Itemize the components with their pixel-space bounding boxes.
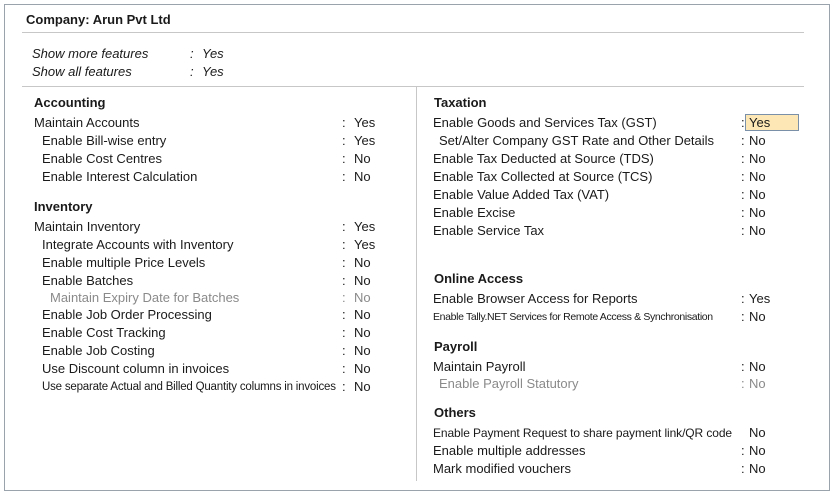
gst-rate-details-row[interactable]: Set/Alter Company GST Rate and Other Det… (433, 132, 803, 150)
inventory-title: Inventory (34, 199, 93, 214)
batches-row[interactable]: Enable Batches : No (34, 272, 384, 290)
cost-centres-row[interactable]: Enable Cost Centres : No (34, 150, 384, 168)
setting-label: Maintain Payroll (433, 359, 526, 374)
gst-row[interactable]: Enable Goods and Services Tax (GST) : Ye… (433, 114, 803, 132)
divider (22, 32, 804, 33)
setting-label: Enable multiple Price Levels (42, 255, 206, 270)
payment-request-value[interactable]: No (749, 424, 766, 442)
job-costing-row[interactable]: Enable Job Costing : No (34, 342, 384, 360)
vat-value[interactable]: No (749, 186, 766, 204)
setting-label: Set/Alter Company GST Rate and Other Det… (439, 133, 715, 148)
setting-label: Enable Tax Collected at Source (TCS) (433, 169, 653, 184)
tcs-row[interactable]: Enable Tax Collected at Source (TCS) : N… (433, 168, 803, 186)
excise-row[interactable]: Enable Excise : No (433, 204, 803, 222)
batches-value[interactable]: No (354, 272, 371, 290)
excise-value[interactable]: No (749, 204, 766, 222)
discount-column-row[interactable]: Use Discount column in invoices : No (34, 360, 384, 378)
taxation-title: Taxation (434, 95, 487, 110)
company-title: Company: Arun Pvt Ltd (26, 12, 171, 27)
multiple-addresses-row[interactable]: Enable multiple addresses : No (433, 442, 803, 460)
integrate-accounts-row[interactable]: Integrate Accounts with Inventory : Yes (34, 236, 384, 254)
setting-label: Enable Job Order Processing (42, 307, 212, 322)
setting-label: Maintain Accounts (34, 115, 140, 130)
others-title: Others (434, 405, 476, 420)
setting-label: Maintain Inventory (34, 219, 141, 234)
vat-row[interactable]: Enable Value Added Tax (VAT) : No (433, 186, 803, 204)
maintain-accounts-value[interactable]: Yes (354, 114, 375, 132)
show-more-features-value[interactable]: Yes (202, 46, 224, 61)
tds-row[interactable]: Enable Tax Deducted at Source (TDS) : No (433, 150, 803, 168)
maintain-accounts-row[interactable]: Maintain Accounts : Yes (34, 114, 384, 132)
job-order-value[interactable]: No (354, 306, 371, 324)
setting-label: Use Discount column in invoices (42, 361, 230, 376)
setting-label: Enable Goods and Services Tax (GST) (433, 115, 657, 130)
setting-label: Enable Browser Access for Reports (433, 291, 638, 306)
discount-column-value[interactable]: No (354, 360, 371, 378)
setting-label: Mark modified vouchers (433, 461, 571, 476)
feature-label: Show all features (32, 64, 132, 79)
interest-calc-row[interactable]: Enable Interest Calculation : No (34, 168, 384, 186)
payroll-statutory-row: Enable Payroll Statutory : No (439, 376, 766, 391)
divider (22, 86, 804, 87)
job-order-row[interactable]: Enable Job Order Processing : No (34, 306, 384, 324)
setting-label: Enable Service Tax (433, 223, 545, 238)
maintain-payroll-value[interactable]: No (749, 358, 766, 376)
maintain-payroll-row[interactable]: Maintain Payroll : No (433, 358, 803, 376)
setting-label: Enable Cost Tracking (42, 325, 166, 340)
column-divider (416, 87, 417, 481)
tcs-value[interactable]: No (749, 168, 766, 186)
job-costing-value[interactable]: No (354, 342, 371, 360)
accounting-title: Accounting (34, 95, 106, 110)
bill-wise-row[interactable]: Enable Bill-wise entry : Yes (34, 132, 384, 150)
setting-label: Enable multiple addresses (433, 443, 586, 458)
integrate-accounts-value[interactable]: Yes (354, 236, 375, 254)
modified-vouchers-value[interactable]: No (749, 460, 766, 478)
browser-access-row[interactable]: Enable Browser Access for Reports : Yes (433, 290, 803, 308)
feature-label: Show more features (32, 46, 149, 61)
online-access-title: Online Access (434, 271, 524, 286)
price-levels-row[interactable]: Enable multiple Price Levels : No (34, 254, 384, 272)
cost-tracking-row[interactable]: Enable Cost Tracking : No (34, 324, 384, 342)
setting-label: Enable Value Added Tax (VAT) (433, 187, 610, 202)
tally-net-row[interactable]: Enable Tally.NET Services for Remote Acc… (433, 308, 803, 326)
browser-access-value[interactable]: Yes (749, 290, 770, 308)
service-tax-row[interactable]: Enable Service Tax : No (433, 222, 803, 240)
setting-label: Enable Cost Centres (42, 151, 162, 166)
tally-net-value[interactable]: No (749, 308, 766, 326)
bill-wise-value[interactable]: Yes (354, 132, 375, 150)
service-tax-value[interactable]: No (749, 222, 766, 240)
setting-label: Enable Payment Request to share payment … (433, 426, 732, 440)
interest-calc-value[interactable]: No (354, 168, 371, 186)
expiry-date-value: No (354, 290, 371, 305)
cost-centres-value[interactable]: No (354, 150, 371, 168)
setting-label: Maintain Expiry Date for Batches (50, 290, 240, 305)
gst-value-field[interactable]: Yes (745, 114, 799, 131)
actual-billed-qty-row[interactable]: Use separate Actual and Billed Quantity … (34, 378, 384, 396)
setting-label: Enable Interest Calculation (42, 169, 198, 184)
setting-label: Enable Batches (42, 273, 134, 288)
gst-rate-details-value[interactable]: No (749, 132, 766, 150)
setting-label: Enable Payroll Statutory (439, 376, 579, 391)
maintain-inventory-value[interactable]: Yes (354, 218, 375, 236)
payment-request-row[interactable]: Enable Payment Request to share payment … (433, 424, 803, 442)
setting-label: Integrate Accounts with Inventory (42, 237, 234, 252)
payroll-statutory-value: No (749, 376, 766, 391)
actual-billed-qty-value[interactable]: No (354, 378, 371, 396)
setting-label: Enable Bill-wise entry (42, 133, 167, 148)
setting-label: Enable Tax Deducted at Source (TDS) (433, 151, 654, 166)
setting-label: Use separate Actual and Billed Quantity … (42, 381, 336, 393)
multiple-addresses-value[interactable]: No (749, 442, 766, 460)
maintain-inventory-row[interactable]: Maintain Inventory : Yes (34, 218, 384, 236)
expiry-date-row: Maintain Expiry Date for Batches : No (50, 290, 371, 305)
tds-value[interactable]: No (749, 150, 766, 168)
setting-label: Enable Job Costing (42, 343, 155, 358)
modified-vouchers-row[interactable]: Mark modified vouchers : No (433, 460, 803, 478)
setting-label: Enable Tally.NET Services for Remote Acc… (433, 311, 713, 323)
setting-label: Enable Excise (433, 205, 516, 220)
payroll-title: Payroll (434, 339, 478, 354)
price-levels-value[interactable]: No (354, 254, 371, 272)
cost-tracking-value[interactable]: No (354, 324, 371, 342)
show-all-features-value[interactable]: Yes (202, 64, 224, 79)
